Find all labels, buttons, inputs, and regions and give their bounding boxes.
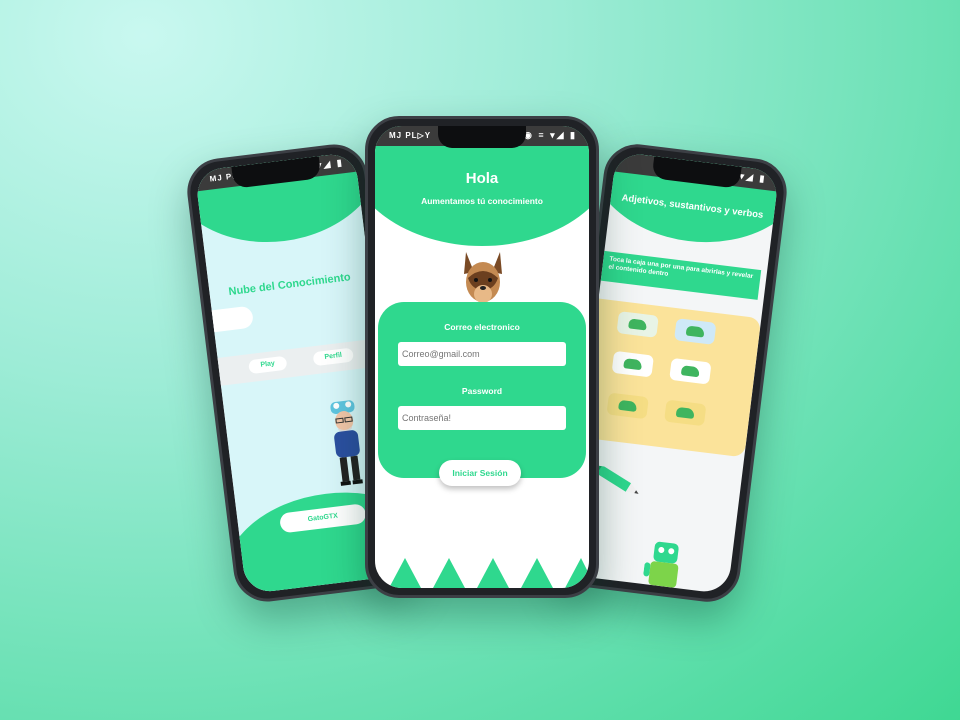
phone-center: MJ PL▷Y ◉ ≡ ▾◢ ▮ Hola Aumentamos tú cono… [365, 116, 599, 598]
email-label: Correo electronico [444, 322, 520, 332]
dino-icon [675, 406, 695, 419]
dino-icon [685, 325, 705, 338]
dino-icon [628, 318, 648, 331]
page-title: Hola [465, 170, 499, 187]
password-field[interactable] [398, 406, 566, 430]
dino-icon [680, 365, 700, 378]
zigzag-decoration [375, 558, 589, 588]
dino-box[interactable] [669, 357, 712, 385]
status-brand: MJ PL▷Y [389, 131, 432, 140]
box-board [571, 297, 762, 458]
dino-icon [618, 399, 638, 412]
instruction-banner: Toca la caja una por una para abrirlas y… [600, 250, 762, 300]
login-screen: MJ PL▷Y ◉ ≡ ▾◢ ▮ Hola Aumentamos tú cono… [375, 126, 589, 588]
password-label: Password [461, 386, 503, 396]
page-subtitle: Aumentamos tú conocimiento [421, 196, 543, 206]
login-card: Correo electronico Password [378, 302, 586, 478]
email-field[interactable] [398, 342, 566, 366]
dino-box[interactable] [611, 350, 654, 378]
dino-box[interactable] [664, 399, 707, 427]
dino-box[interactable] [674, 318, 717, 345]
status-icons: ◉ ≡ ▾◢ ▮ [524, 130, 577, 140]
dog-mascot-icon [464, 252, 502, 303]
dino-box[interactable] [606, 392, 649, 420]
robot-mascot-icon [643, 541, 679, 588]
login-button[interactable]: Iniciar Sesión [439, 460, 521, 486]
dino-icon [623, 358, 643, 371]
notch [438, 126, 526, 148]
dino-box[interactable] [616, 311, 659, 338]
